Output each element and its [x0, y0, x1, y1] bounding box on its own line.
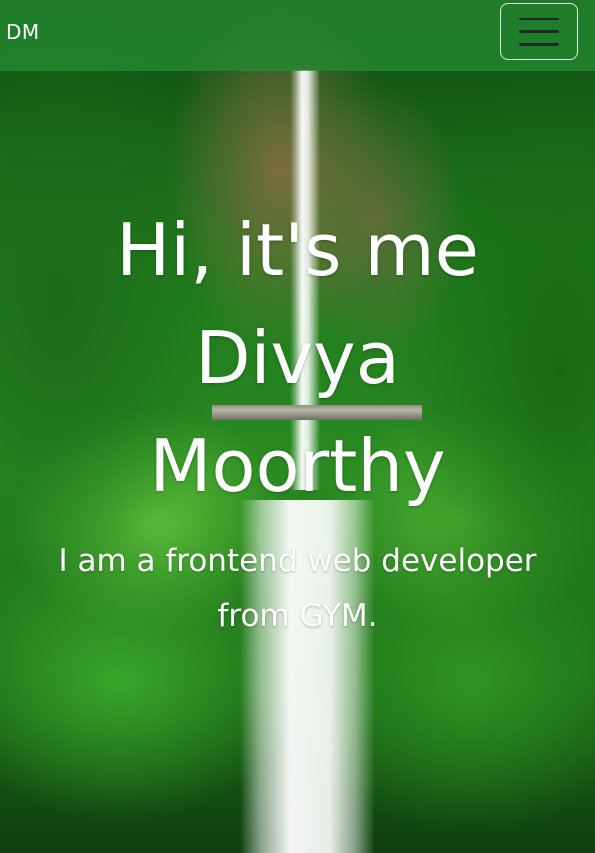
- brand-logo[interactable]: DM: [6, 20, 40, 44]
- navbar: DM: [0, 0, 595, 71]
- hero-background: DM Hi, it's me Divya Moorthy I am a fron…: [0, 0, 595, 853]
- hero-title-line3: Moorthy: [149, 424, 446, 508]
- hero-title-line2: Divya: [195, 316, 400, 400]
- hamburger-menu-icon: [519, 17, 559, 46]
- hero-section: Hi, it's me Divya Moorthy I am a fronten…: [0, 196, 595, 644]
- navbar-toggler-button[interactable]: [500, 3, 578, 60]
- hero-title-line1: Hi, it's me: [116, 208, 479, 292]
- hero-title: Hi, it's me Divya Moorthy: [0, 196, 595, 520]
- hero-subtitle: I am a frontend web developer from GYM.: [58, 543, 537, 634]
